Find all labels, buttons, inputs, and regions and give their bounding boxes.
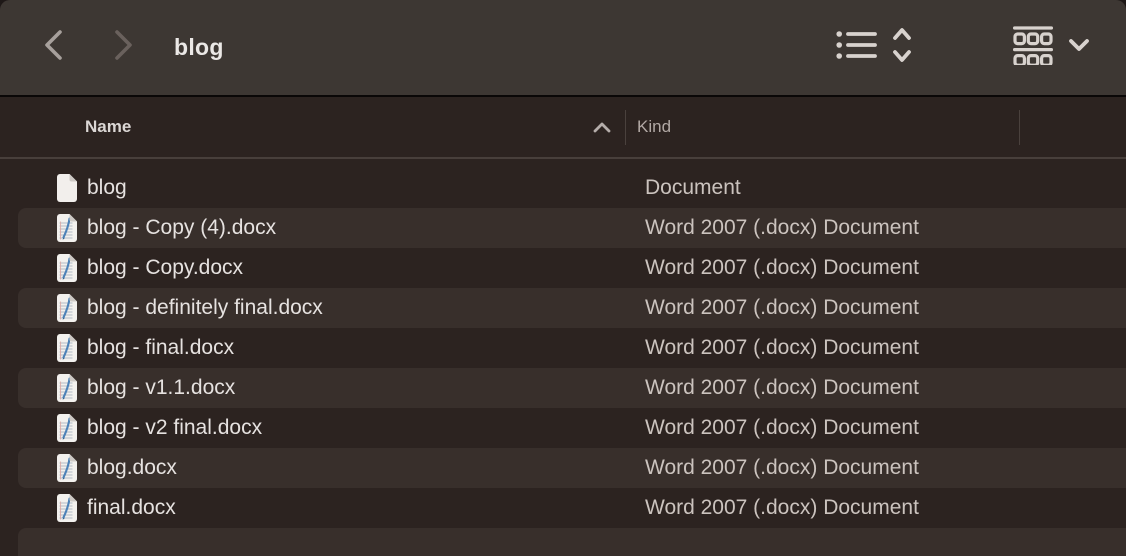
word-document-icon [54, 293, 78, 323]
word-document-icon [54, 493, 78, 523]
file-row[interactable]: blog - definitely final.docx Word 2007 (… [18, 288, 1126, 328]
file-name: blog - final.docx [87, 336, 234, 360]
word-document-icon [54, 253, 78, 283]
column-header-name[interactable]: Name [85, 97, 131, 157]
back-button[interactable] [42, 0, 65, 95]
file-name: blog - v1.1.docx [87, 376, 235, 400]
file-row[interactable]: blog - v2 final.docx Word 2007 (.docx) D… [18, 408, 1126, 448]
file-row[interactable]: blog - Copy (4).docx Word 2007 (.docx) D… [18, 208, 1126, 248]
file-kind: Word 2007 (.docx) Document [645, 368, 919, 408]
file-kind: Word 2007 (.docx) Document [645, 448, 919, 488]
file-row[interactable]: final.docx Word 2007 (.docx) Document [18, 488, 1126, 528]
column-header-kind[interactable]: Kind [637, 97, 671, 157]
file-list: blog Document blog - Copy (4).d [0, 159, 1126, 556]
file-kind: Word 2007 (.docx) Document [645, 208, 919, 248]
file-row[interactable]: blog - v1.1.docx Word 2007 (.docx) Docum… [18, 368, 1126, 408]
file-name: blog - v2 final.docx [87, 416, 262, 440]
word-document-icon [54, 413, 78, 443]
trailing-stripe [18, 528, 1126, 556]
finder-window: blog [0, 0, 1126, 556]
file-name: blog [87, 176, 127, 200]
word-document-icon [54, 333, 78, 363]
sort-ascending-icon [592, 121, 612, 139]
plain-document-icon [54, 173, 78, 203]
view-mode-control[interactable] [836, 0, 914, 95]
file-row[interactable]: blog.docx Word 2007 (.docx) Document [18, 448, 1126, 488]
window-title: blog [174, 0, 224, 95]
file-kind: Document [645, 168, 741, 208]
file-kind: Word 2007 (.docx) Document [645, 488, 919, 528]
up-down-stepper-icon [890, 26, 914, 69]
toolbar: blog [0, 0, 1126, 95]
file-name: blog - Copy.docx [87, 256, 243, 280]
file-kind: Word 2007 (.docx) Document [645, 328, 919, 368]
file-row[interactable]: blog - final.docx Word 2007 (.docx) Docu… [18, 328, 1126, 368]
chevron-right-icon [112, 28, 135, 67]
group-by-control[interactable] [1013, 0, 1091, 95]
forward-button[interactable] [112, 0, 135, 95]
column-headers: Name Kind [0, 97, 1126, 157]
file-name: final.docx [87, 496, 176, 520]
chevron-down-icon [1067, 37, 1091, 58]
column-divider[interactable] [625, 110, 626, 145]
word-document-icon [54, 453, 78, 483]
chevron-left-icon [42, 28, 65, 67]
list-view-icon [836, 29, 878, 66]
file-name: blog - definitely final.docx [87, 296, 323, 320]
file-row[interactable]: blog Document [18, 168, 1126, 208]
group-view-icon [1013, 25, 1053, 70]
column-divider[interactable] [1019, 110, 1020, 145]
word-document-icon [54, 373, 78, 403]
file-kind: Word 2007 (.docx) Document [645, 408, 919, 448]
file-name: blog - Copy (4).docx [87, 216, 276, 240]
file-kind: Word 2007 (.docx) Document [645, 288, 919, 328]
word-document-icon [54, 213, 78, 243]
file-name: blog.docx [87, 456, 177, 480]
file-row[interactable]: blog - Copy.docx Word 2007 (.docx) Docum… [18, 248, 1126, 288]
file-kind: Word 2007 (.docx) Document [645, 248, 919, 288]
